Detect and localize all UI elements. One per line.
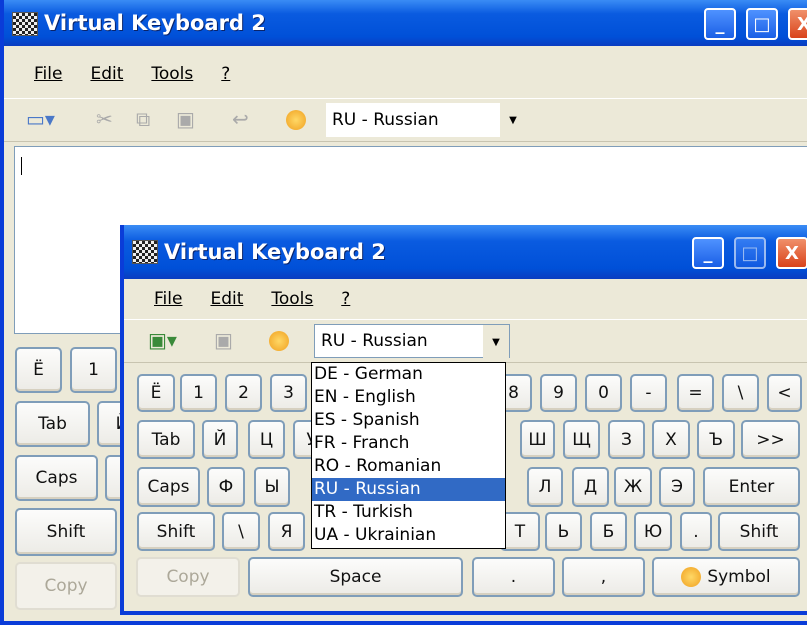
key-row2-7[interactable]: Х bbox=[652, 420, 690, 459]
key-row4-2[interactable]: Я bbox=[268, 512, 305, 551]
key-0[interactable]: Ë bbox=[15, 347, 62, 393]
key-row3-3[interactable]: Л bbox=[527, 467, 563, 507]
key-row2-8[interactable]: Ъ bbox=[697, 420, 735, 459]
key-row1-9[interactable]: \ bbox=[722, 374, 759, 412]
key-row4-1[interactable]: \ bbox=[222, 512, 260, 551]
menu-tools[interactable]: Tools bbox=[271, 289, 313, 309]
key-row2-4[interactable]: Ш bbox=[520, 420, 555, 459]
language-option[interactable]: ES - Spanish bbox=[312, 409, 505, 432]
maximize-button[interactable]: □ bbox=[746, 8, 778, 40]
toolbar: ▭▾ ✂ ⧉ ▣ ↩ RU - Russian ▼ bbox=[4, 98, 807, 142]
paste-icon[interactable]: ▣ bbox=[176, 107, 195, 131]
key-row3-2[interactable]: Ы bbox=[254, 467, 290, 507]
chevron-down-icon[interactable]: ▼ bbox=[500, 103, 526, 137]
title-bar: Virtual Keyboard 2 bbox=[4, 0, 807, 46]
language-option[interactable]: DE - German bbox=[312, 363, 505, 386]
key-row5-4[interactable]: Symbol bbox=[652, 557, 800, 597]
key-row4-3[interactable]: Т bbox=[500, 512, 540, 551]
window-title: Virtual Keyboard 2 bbox=[164, 240, 386, 264]
key-4[interactable]: Caps bbox=[15, 455, 98, 501]
smiley-icon[interactable] bbox=[286, 110, 306, 130]
key-row2-5[interactable]: Щ bbox=[563, 420, 600, 459]
key-6[interactable]: Shift bbox=[15, 508, 117, 556]
key-row5-1[interactable]: Space bbox=[248, 557, 463, 597]
copy-icon[interactable]: ⧉ bbox=[136, 107, 150, 131]
paste-icon[interactable]: ▣ bbox=[214, 328, 233, 352]
key-row1-1[interactable]: 1 bbox=[180, 374, 217, 412]
key-row1-10[interactable]: < bbox=[767, 374, 802, 412]
menu-help[interactable]: ? bbox=[341, 289, 350, 309]
language-option[interactable]: RU - Russian bbox=[312, 478, 505, 501]
key-row5-0[interactable]: Copy bbox=[136, 557, 240, 597]
language-option[interactable]: TR - Turkish bbox=[312, 501, 505, 524]
key-row5-3[interactable]: , bbox=[562, 557, 645, 597]
key-row3-4[interactable]: Д bbox=[572, 467, 609, 507]
key-row3-0[interactable]: Caps bbox=[137, 467, 200, 507]
view-icon[interactable]: ▭▾ bbox=[26, 107, 55, 131]
language-dropdown-list: DE - German EN - English ES - Spanish FR - … bbox=[311, 362, 506, 549]
chevron-down-icon[interactable]: ▼ bbox=[483, 325, 509, 359]
app-icon bbox=[132, 240, 158, 264]
minimize-button[interactable]: _ bbox=[704, 8, 736, 40]
key-row2-1[interactable]: Й bbox=[202, 420, 238, 459]
maximize-button[interactable]: □ bbox=[734, 237, 766, 269]
key-row4-4[interactable]: Ь bbox=[545, 512, 582, 551]
language-option[interactable]: UA - Ukrainian bbox=[312, 524, 505, 547]
menu-tools[interactable]: Tools bbox=[151, 64, 193, 84]
smiley-icon bbox=[681, 567, 702, 587]
key-row2-9[interactable]: >> bbox=[741, 420, 800, 459]
image-icon[interactable]: ▣▾ bbox=[148, 328, 177, 352]
language-option[interactable]: RO - Romanian bbox=[312, 455, 505, 478]
key-row4-7[interactable]: . bbox=[680, 512, 712, 551]
minimize-button[interactable]: _ bbox=[692, 237, 724, 269]
key-row3-1[interactable]: Ф bbox=[207, 467, 245, 507]
smiley-icon[interactable] bbox=[269, 331, 289, 351]
key-row4-6[interactable]: Ю bbox=[634, 512, 672, 551]
menu-edit[interactable]: Edit bbox=[90, 64, 123, 84]
language-select[interactable]: RU - Russian ▼ bbox=[326, 103, 526, 137]
key-row3-6[interactable]: Э bbox=[659, 467, 695, 507]
key-row1-6[interactable]: 0 bbox=[585, 374, 622, 412]
key-row1-5[interactable]: 9 bbox=[540, 374, 577, 412]
app-icon bbox=[12, 12, 38, 36]
key-7[interactable]: Copy bbox=[15, 562, 117, 610]
key-2[interactable]: Tab bbox=[15, 401, 90, 447]
key-row2-2[interactable]: Ц bbox=[248, 420, 285, 459]
language-option[interactable]: FR - Franch bbox=[312, 432, 505, 455]
key-row4-5[interactable]: Б bbox=[590, 512, 627, 551]
key-row3-5[interactable]: Ж bbox=[614, 467, 652, 507]
menu-help[interactable]: ? bbox=[221, 64, 230, 84]
close-button[interactable]: X bbox=[776, 237, 807, 269]
key-row5-2[interactable]: . bbox=[472, 557, 555, 597]
window-title: Virtual Keyboard 2 bbox=[44, 11, 266, 35]
menu-bar: File Edit Tools ? bbox=[124, 281, 807, 317]
key-row1-3[interactable]: 3 bbox=[270, 374, 307, 412]
key-1[interactable]: 1 bbox=[70, 347, 117, 393]
menu-file[interactable]: File bbox=[34, 64, 62, 84]
menu-bar: File Edit Tools ? bbox=[4, 56, 807, 92]
key-row4-8[interactable]: Shift bbox=[718, 512, 800, 551]
key-row2-6[interactable]: З bbox=[608, 420, 645, 459]
key-row2-0[interactable]: Tab bbox=[137, 420, 195, 459]
key-row1-8[interactable]: = bbox=[677, 374, 714, 412]
menu-edit[interactable]: Edit bbox=[210, 289, 243, 309]
cut-icon[interactable]: ✂ bbox=[96, 107, 113, 131]
menu-file[interactable]: File bbox=[154, 289, 182, 309]
close-button[interactable]: X bbox=[788, 8, 807, 40]
key-row4-0[interactable]: Shift bbox=[137, 512, 215, 551]
key-row1-7[interactable]: - bbox=[630, 374, 667, 412]
key-row1-0[interactable]: Ë bbox=[137, 374, 175, 412]
key-row3-7[interactable]: Enter bbox=[703, 467, 800, 507]
key-row1-2[interactable]: 2 bbox=[225, 374, 262, 412]
language-option[interactable]: EN - English bbox=[312, 386, 505, 409]
language-select[interactable]: RU - Russian ▼ bbox=[314, 324, 510, 359]
toolbar: ▣▾ ▣ RU - Russian ▼ bbox=[124, 319, 807, 363]
undo-icon[interactable]: ↩ bbox=[232, 107, 249, 131]
